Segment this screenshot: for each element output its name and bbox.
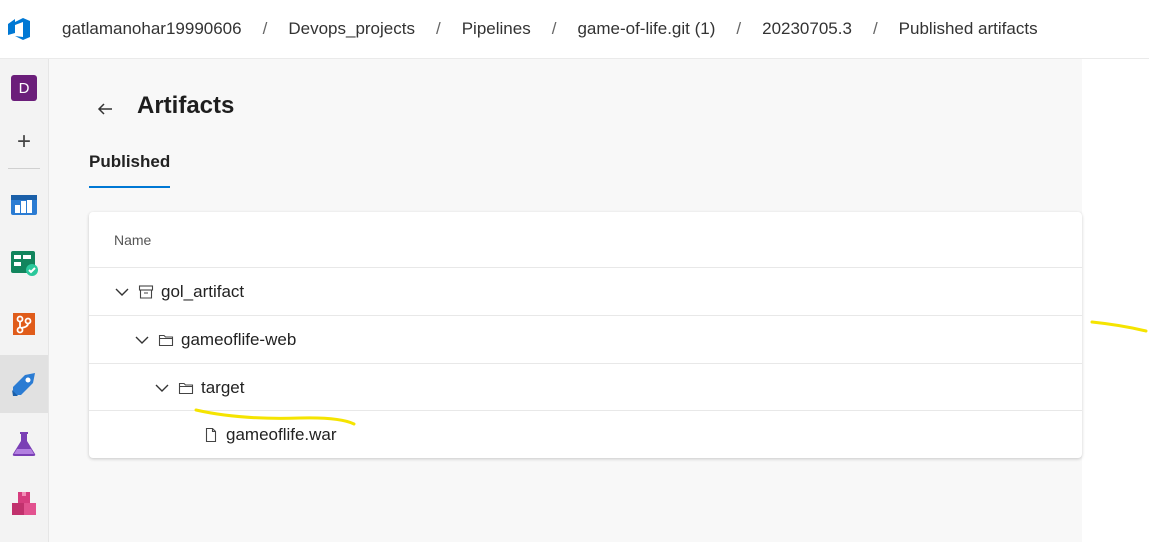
project-avatar-button[interactable]: D bbox=[0, 59, 48, 117]
artifacts-icon bbox=[12, 492, 36, 515]
tree-row-folder[interactable]: target bbox=[89, 363, 1082, 411]
top-bar: gatlamanohar19990606 / Devops_projects /… bbox=[0, 0, 1149, 59]
breadcrumb-separator: / bbox=[551, 19, 557, 38]
tree-row-file[interactable]: gameoflife.war bbox=[89, 410, 1082, 458]
chevron-down-icon[interactable] bbox=[114, 284, 130, 300]
tab-published[interactable]: Published bbox=[89, 152, 171, 188]
tree-row-label: gol_artifact bbox=[161, 281, 245, 301]
tree-row-artifact[interactable]: gol_artifact bbox=[89, 267, 1082, 315]
azure-devops-logo-icon[interactable] bbox=[6, 16, 32, 42]
breadcrumb-separator: / bbox=[262, 19, 268, 38]
breadcrumb-project[interactable]: Devops_projects bbox=[288, 19, 415, 39]
breadcrumb-separator: / bbox=[872, 19, 878, 38]
breadcrumb-run[interactable]: 20230705.3 bbox=[762, 19, 852, 39]
chevron-down-icon[interactable] bbox=[134, 332, 150, 348]
tree-row-label: target bbox=[201, 377, 245, 397]
breadcrumb-separator: / bbox=[736, 19, 742, 38]
artifact-box-icon bbox=[138, 284, 154, 299]
breadcrumb-page[interactable]: Published artifacts bbox=[899, 19, 1038, 39]
repos-icon bbox=[13, 313, 35, 335]
test-plans-icon bbox=[12, 432, 36, 456]
left-nav: D + bbox=[0, 59, 49, 542]
pipelines-icon bbox=[12, 373, 35, 396]
folder-icon bbox=[158, 334, 174, 346]
folder-icon bbox=[178, 382, 194, 394]
tree-row-label: gameoflife-web bbox=[181, 329, 297, 349]
breadcrumb-separator: / bbox=[435, 19, 441, 38]
overview-nav-item[interactable] bbox=[0, 175, 48, 233]
avatar: D bbox=[11, 75, 37, 101]
tree-row-label: gameoflife.war bbox=[226, 424, 337, 444]
back-arrow-icon[interactable] bbox=[95, 98, 115, 118]
boards-icon bbox=[11, 251, 38, 276]
tree-row-folder[interactable]: gameoflife-web bbox=[89, 315, 1082, 363]
test-plans-nav-item[interactable] bbox=[0, 415, 48, 473]
overview-icon bbox=[11, 195, 37, 215]
breadcrumb-org[interactable]: gatlamanohar19990606 bbox=[62, 19, 242, 39]
artifacts-table: Name gol_artifact gameoflife-web target … bbox=[89, 212, 1082, 458]
repos-nav-item[interactable] bbox=[0, 295, 48, 353]
file-icon bbox=[205, 427, 217, 442]
breadcrumb-section[interactable]: Pipelines bbox=[462, 19, 531, 39]
breadcrumb-pipeline[interactable]: game-of-life.git (1) bbox=[577, 19, 715, 39]
breadcrumb: gatlamanohar19990606 / Devops_projects /… bbox=[62, 0, 1038, 58]
chevron-down-icon[interactable] bbox=[154, 380, 170, 396]
right-blank-area bbox=[1082, 59, 1149, 542]
divider bbox=[8, 168, 40, 169]
column-header-name[interactable]: Name bbox=[114, 232, 151, 248]
page-title: Artifacts bbox=[137, 92, 235, 119]
new-button[interactable]: + bbox=[0, 114, 48, 170]
pipelines-nav-item[interactable] bbox=[0, 355, 48, 413]
boards-nav-item[interactable] bbox=[0, 233, 48, 291]
plus-icon: + bbox=[16, 128, 31, 155]
artifacts-nav-item[interactable] bbox=[0, 475, 48, 533]
